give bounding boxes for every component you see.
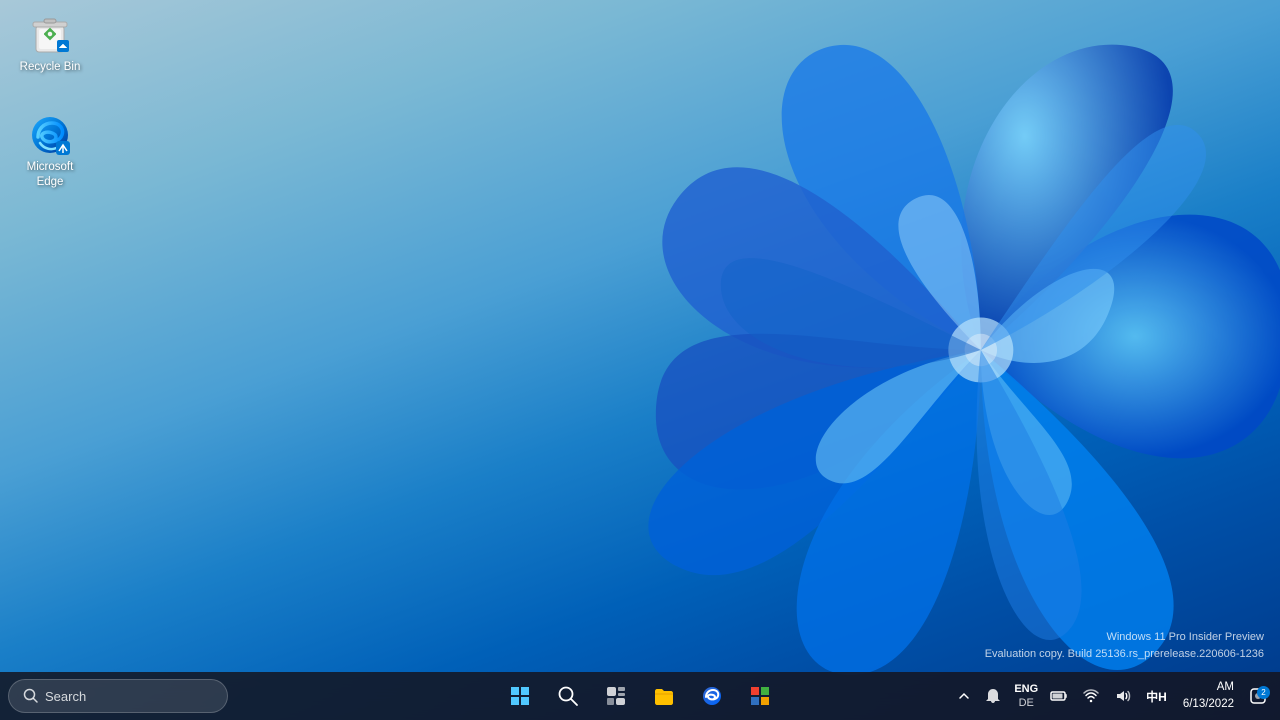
- action-center-button[interactable]: 2: [1244, 684, 1272, 708]
- network-button[interactable]: [1076, 683, 1106, 709]
- language-sub-label: DE: [1019, 696, 1034, 710]
- desktop: Recycle Bin: [0, 0, 1280, 720]
- date-display: 6/13/2022: [1183, 696, 1234, 713]
- chevron-up-icon: [958, 690, 970, 702]
- taskbar-search-icon: [557, 685, 579, 707]
- edge-icon-label: Microsoft Edge: [14, 160, 86, 190]
- start-icon: [509, 685, 531, 707]
- microsoft-edge-icon[interactable]: Microsoft Edge: [10, 110, 90, 194]
- recycle-bin-label: Recycle Bin: [20, 60, 81, 75]
- file-explorer-icon: [653, 685, 675, 707]
- search-icon: [23, 688, 39, 704]
- language-label: ENG: [1014, 682, 1038, 696]
- wallpaper: [340, 0, 1280, 720]
- edge-taskbar-button[interactable]: [690, 676, 734, 716]
- network-icon: [1082, 687, 1100, 705]
- widgets-icon: [605, 685, 627, 707]
- taskbar-center-icons: [498, 676, 782, 716]
- language-indicator[interactable]: ENG DE: [1010, 680, 1042, 713]
- system-tray: ENG DE: [952, 677, 1272, 716]
- time-display: AM: [1217, 679, 1234, 696]
- taskbar: Search: [0, 672, 1280, 720]
- volume-icon: [1114, 687, 1132, 705]
- taskbar-search-button[interactable]: [546, 676, 590, 716]
- edge-taskbar-icon: [701, 685, 723, 707]
- recycle-bin-icon[interactable]: Recycle Bin: [10, 10, 90, 79]
- datetime-button[interactable]: AM 6/13/2022: [1175, 677, 1242, 716]
- start-button[interactable]: [498, 676, 542, 716]
- store-icon: [749, 685, 771, 707]
- file-explorer-button[interactable]: [642, 676, 686, 716]
- widgets-button[interactable]: [594, 676, 638, 716]
- notification-button[interactable]: [978, 683, 1008, 709]
- notification-icon: [984, 687, 1002, 705]
- notification-badge: 2: [1257, 686, 1270, 699]
- battery-icon: [1050, 687, 1068, 705]
- volume-button[interactable]: [1108, 683, 1138, 709]
- recycle-bin-image: [29, 14, 71, 56]
- search-box[interactable]: Search: [8, 679, 228, 713]
- search-label: Search: [45, 689, 86, 704]
- ime-label: 中H: [1146, 688, 1167, 705]
- ime-button[interactable]: 中H: [1140, 684, 1173, 709]
- store-button[interactable]: [738, 676, 782, 716]
- battery-button[interactable]: [1044, 683, 1074, 709]
- edge-image: [29, 114, 71, 156]
- hidden-icons-button[interactable]: [952, 686, 976, 706]
